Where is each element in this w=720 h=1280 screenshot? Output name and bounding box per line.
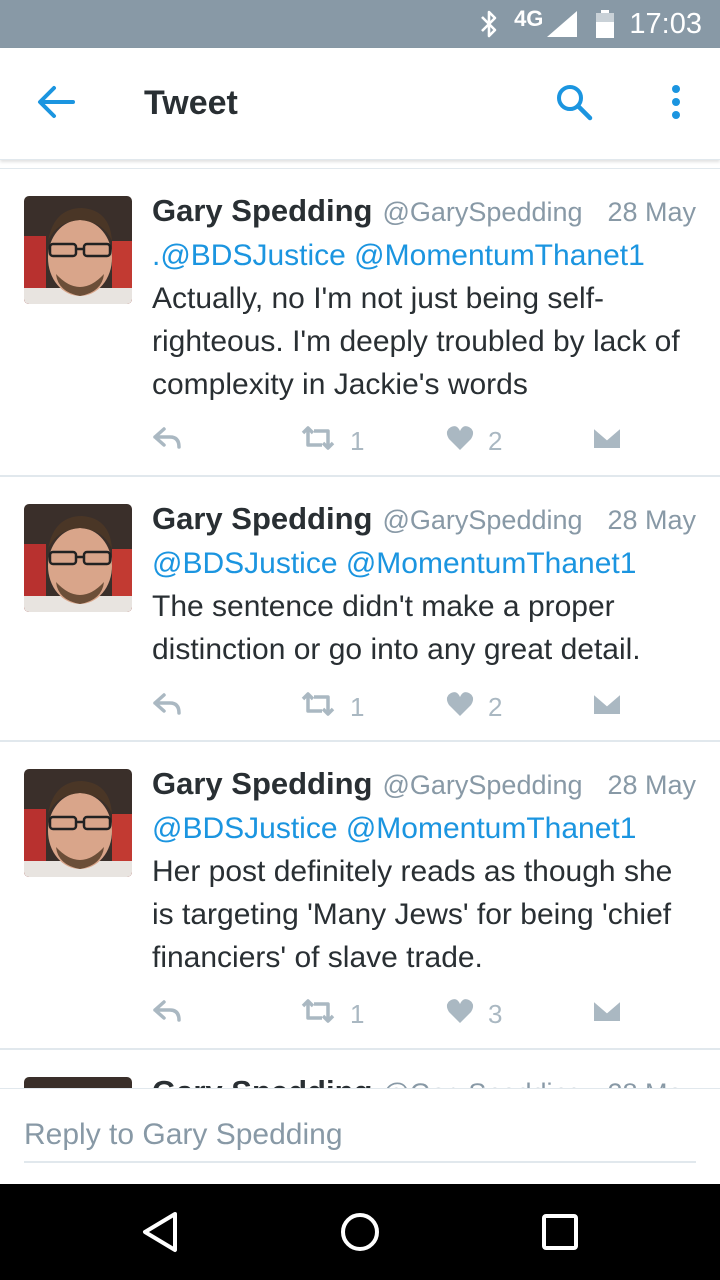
tweet-header: Gary Spedding @GarySpedding 28 May [152,766,696,802]
tweet-card[interactable]: Gary Spedding @GarySpedding 28 May @BDSJ… [0,742,720,1050]
heart-icon [446,691,474,724]
avatar[interactable] [24,1077,132,1088]
bluetooth-icon [478,9,500,39]
nav-recents-button[interactable] [534,1208,586,1260]
envelope-icon [592,998,622,1031]
retweet-button[interactable]: 1 [300,687,364,727]
clock: 17:03 [629,7,702,40]
like-count: 3 [488,998,503,1029]
tweet-mentions[interactable]: @BDSJustice @MomentumThanet1 [160,239,644,272]
author-name[interactable]: Gary Spedding [152,1074,372,1088]
app-bar: Tweet [0,48,720,160]
tweet-actions: 1 2 [152,687,696,727]
reply-icon [152,998,182,1031]
like-count: 2 [488,425,503,456]
retweet-count: 1 [350,998,365,1029]
retweet-count: 1 [350,691,365,722]
heart-icon [446,425,474,458]
tweet-date: 28 May [607,1078,696,1088]
reply-bar: Reply to Gary Spedding [0,1088,720,1184]
status-bar: 4G 17:03 [0,0,720,48]
tweet-body-text: The sentence didn't make a proper distin… [152,590,641,666]
tweet-actions: 1 3 [152,994,696,1034]
heart-icon [446,998,474,1031]
retweet-button[interactable]: 1 [300,421,364,461]
author-name[interactable]: Gary Spedding [152,766,372,802]
like-button[interactable]: 2 [446,687,502,727]
like-button[interactable]: 3 [446,994,502,1034]
search-button[interactable] [548,78,600,130]
search-icon [555,83,593,126]
tweet-card[interactable]: Gary Spedding @GarySpedding 28 May @BDSJ… [0,477,720,742]
tweet-actions: 1 2 [152,421,696,461]
battery-icon [595,9,615,39]
tweet-mentions[interactable]: @BDSJustice @MomentumThanet1 [152,812,636,845]
tweet-card[interactable]: Gary Spedding @GarySpedding 28 May .@BDS… [0,169,720,477]
tweet-text: @BDSJustice @MomentumThanet1 The sentence… [152,542,696,671]
direct-message-button[interactable] [592,994,622,1034]
signal-icon [545,9,579,39]
reply-icon [152,691,182,724]
retweet-button[interactable]: 1 [300,994,364,1034]
square-recents-icon [541,1213,579,1256]
author-name[interactable]: Gary Spedding [152,193,372,229]
tweet-date: 28 May [607,770,696,800]
tweet-text: @BDSJustice @MomentumThanet1 Her post def… [152,807,696,979]
triangle-back-icon [140,1211,180,1258]
tweet-header: Gary Spedding @GarySpedding 28 May [152,1074,696,1088]
arrow-left-icon [37,85,75,124]
retweet-icon [300,691,336,724]
circle-home-icon [339,1211,381,1258]
author-handle[interactable]: @GarySpedding [382,505,582,536]
tweet-mentions[interactable]: @BDSJustice @MomentumThanet1 [152,547,636,580]
retweet-icon [300,998,336,1031]
author-handle[interactable]: @GarySpedding [382,197,582,228]
nav-home-button[interactable] [334,1208,386,1260]
author-handle[interactable]: @GarySpedding [382,770,582,801]
reply-input[interactable]: Reply to Gary Spedding [24,1109,696,1163]
tweet-header: Gary Spedding @GarySpedding 28 May [152,501,696,537]
direct-message-button[interactable] [592,687,622,727]
direct-message-button[interactable] [592,421,622,461]
more-vertical-icon [671,84,681,125]
reply-button[interactable] [152,994,182,1034]
tweet-text: .@BDSJustice @MomentumThanet1 Actually, n… [152,234,696,406]
envelope-icon [592,691,622,724]
avatar[interactable] [24,504,132,612]
tweet-body-text: Her post definitely reads as though she … [152,855,673,974]
tweet-header: Gary Spedding @GarySpedding 28 May [152,193,696,229]
envelope-icon [592,425,622,458]
author-handle[interactable]: @GarySpedding [382,1078,582,1088]
tweet-list[interactable]: Gary Spedding @GarySpedding 28 May .@BDS… [0,168,720,1088]
tweet-date: 28 May [607,505,696,535]
more-options-button[interactable] [652,78,700,130]
tweet-card[interactable]: Gary Spedding @GarySpedding 28 May [0,1050,720,1088]
avatar[interactable] [24,196,132,304]
system-navigation-bar [0,1184,720,1280]
back-button[interactable] [30,78,82,130]
avatar[interactable] [24,769,132,877]
like-button[interactable]: 2 [446,421,502,461]
network-type: 4G [514,6,544,31]
retweet-icon [300,425,336,458]
tweet-body-text: Actually, no I'm not just being self-rig… [152,282,680,401]
reply-icon [152,425,182,458]
like-count: 2 [488,691,503,722]
retweet-count: 1 [350,425,365,456]
page-title: Tweet [144,84,238,122]
reply-button[interactable] [152,687,182,727]
reply-button[interactable] [152,421,182,461]
nav-back-button[interactable] [134,1208,186,1260]
tweet-date: 28 May [607,197,696,227]
author-name[interactable]: Gary Spedding [152,501,372,537]
